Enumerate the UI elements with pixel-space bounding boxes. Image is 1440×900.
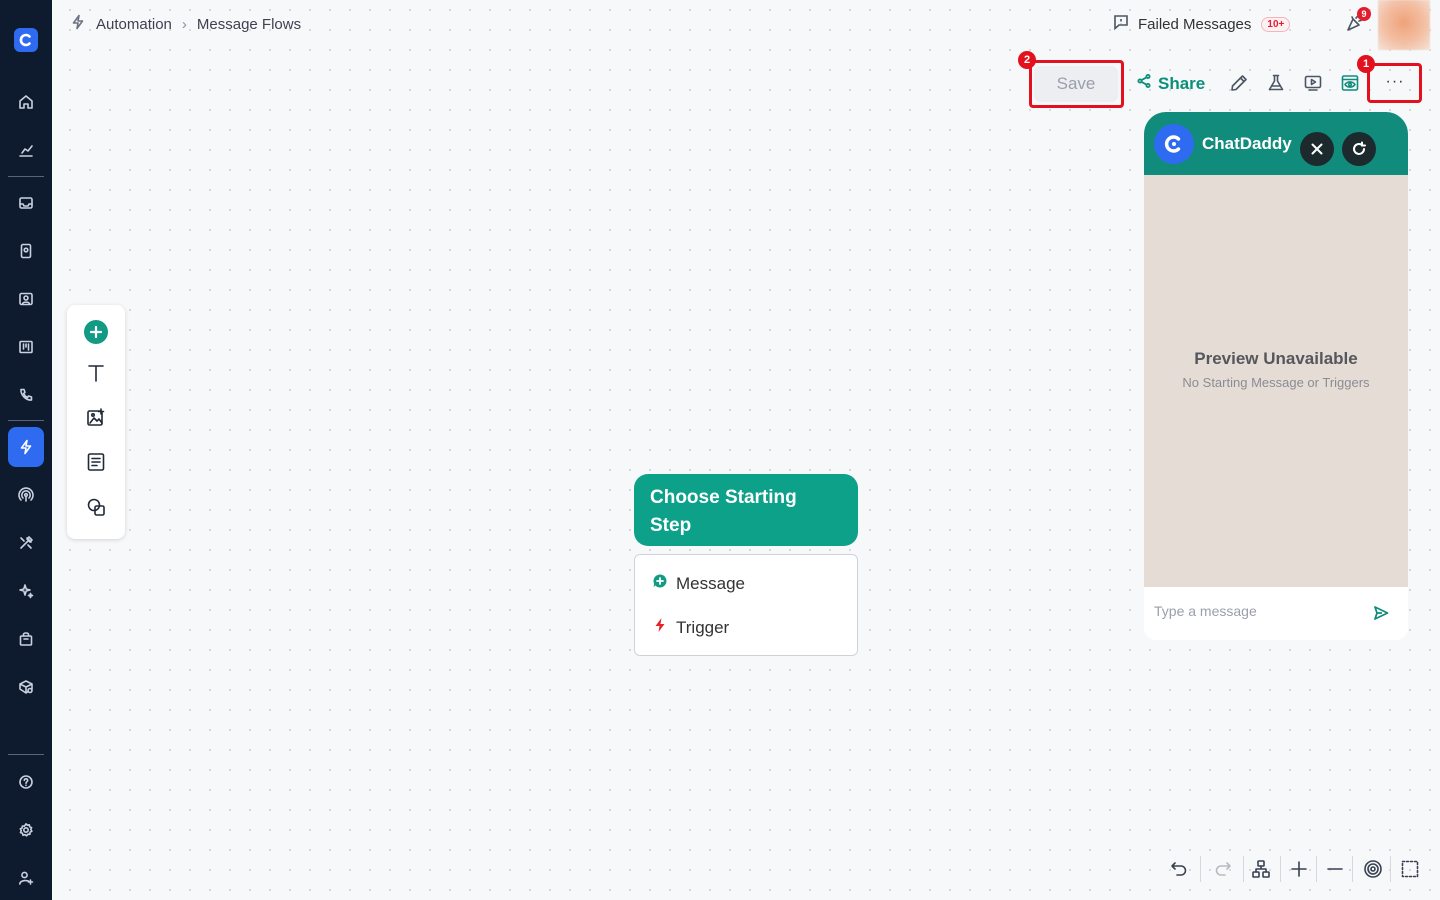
breadcrumb-message-flows: Message Flows	[196, 15, 302, 33]
option-message[interactable]: Message	[652, 573, 745, 594]
integrations-icon[interactable]	[8, 669, 44, 705]
zoom-in-icon[interactable]	[1288, 858, 1310, 880]
team-inbox-icon[interactable]	[8, 281, 44, 317]
control-divider	[1390, 856, 1391, 882]
shop-icon[interactable]	[8, 621, 44, 657]
sidebar-divider	[8, 754, 44, 755]
send-icon[interactable]	[1372, 604, 1390, 622]
chat-preview-header: ChatDaddy	[1144, 112, 1408, 175]
view-eye-icon[interactable]	[1340, 73, 1360, 93]
zoom-out-icon[interactable]	[1324, 858, 1346, 880]
inbox-icon[interactable]	[8, 185, 44, 221]
home-icon[interactable]	[8, 84, 44, 120]
users-settings-icon[interactable]	[8, 860, 44, 896]
contacts-icon[interactable]	[8, 233, 44, 269]
notification-count-badge: 9	[1357, 7, 1371, 21]
close-icon[interactable]	[1300, 132, 1334, 166]
control-divider	[1352, 856, 1353, 882]
help-icon[interactable]	[8, 764, 44, 800]
share-label: Share	[1158, 73, 1206, 93]
control-divider	[1280, 856, 1281, 882]
add-node-icon[interactable]	[84, 320, 108, 344]
option-trigger[interactable]: Trigger	[652, 617, 729, 638]
message-add-icon	[652, 573, 668, 594]
chat-input-bar	[1144, 587, 1408, 640]
board-icon[interactable]	[8, 329, 44, 365]
control-divider	[1200, 856, 1201, 882]
highlight-marker-save: 2	[1018, 51, 1036, 69]
phone-icon[interactable]	[8, 377, 44, 413]
share-icon	[1136, 73, 1152, 94]
shapes-tool-icon[interactable]	[84, 495, 108, 519]
image-tool-icon[interactable]	[84, 405, 108, 429]
center-target-icon[interactable]	[1362, 858, 1384, 880]
tools-icon[interactable]	[8, 525, 44, 561]
message-input[interactable]	[1154, 603, 1364, 619]
trigger-lightning-icon	[652, 617, 668, 638]
failed-messages-button[interactable]: Failed Messages 10+	[1112, 13, 1291, 35]
highlight-marker-more: 1	[1357, 55, 1375, 73]
option-trigger-label: Trigger	[676, 617, 730, 637]
test-flask-icon[interactable]	[1266, 73, 1286, 93]
sidebar-divider	[8, 176, 44, 177]
lightning-icon	[70, 14, 86, 34]
chat-preview-body: Preview Unavailable No Starting Message …	[1144, 175, 1408, 587]
share-button[interactable]: Share	[1136, 73, 1205, 94]
refresh-icon[interactable]	[1342, 132, 1376, 166]
analytics-icon[interactable]	[8, 132, 44, 168]
avatar[interactable]	[1378, 0, 1430, 50]
settings-icon[interactable]	[8, 812, 44, 848]
preview-unavailable-subtitle: No Starting Message or Triggers	[1182, 375, 1370, 390]
preview-unavailable-title: Preview Unavailable	[1194, 349, 1358, 368]
breadcrumb: Automation › Message Flows	[70, 14, 301, 34]
chevron-right-icon: ›	[181, 15, 187, 33]
auto-layout-icon[interactable]	[1250, 858, 1272, 880]
redo-icon[interactable]	[1212, 858, 1234, 880]
preview-play-icon[interactable]	[1303, 73, 1323, 93]
chat-preview-panel: ChatDaddy Preview Unavailable No Startin…	[1144, 112, 1408, 640]
failed-messages-label: Failed Messages	[1138, 15, 1252, 33]
sidebar	[0, 0, 52, 900]
edit-pencil-icon[interactable]	[1229, 73, 1249, 93]
starting-step-options: Message Trigger	[634, 554, 858, 656]
node-tool-palette	[67, 305, 125, 539]
choose-starting-step-node[interactable]: Choose Starting Step	[634, 474, 858, 546]
fit-view-icon[interactable]	[1399, 858, 1421, 880]
notes-tool-icon[interactable]	[84, 450, 108, 474]
sidebar-divider	[8, 420, 44, 421]
chat-brand-name: ChatDaddy	[1202, 134, 1292, 153]
more-options-button[interactable]: ···	[1372, 64, 1418, 100]
broadcast-icon[interactable]	[8, 477, 44, 513]
flag-message-icon	[1112, 13, 1130, 35]
app-logo-icon[interactable]	[14, 28, 38, 52]
automation-icon[interactable]	[8, 427, 44, 467]
ai-sparkle-icon[interactable]	[8, 573, 44, 609]
breadcrumb-automation[interactable]: Automation	[96, 16, 172, 33]
option-message-label: Message	[676, 573, 745, 593]
text-tool-icon[interactable]	[84, 361, 108, 385]
control-divider	[1243, 856, 1244, 882]
save-button[interactable]: Save	[1034, 66, 1118, 102]
failed-messages-badge: 10+	[1261, 16, 1291, 32]
chatdaddy-logo-icon	[1154, 124, 1194, 164]
control-divider	[1316, 856, 1317, 882]
undo-icon[interactable]	[1168, 858, 1190, 880]
